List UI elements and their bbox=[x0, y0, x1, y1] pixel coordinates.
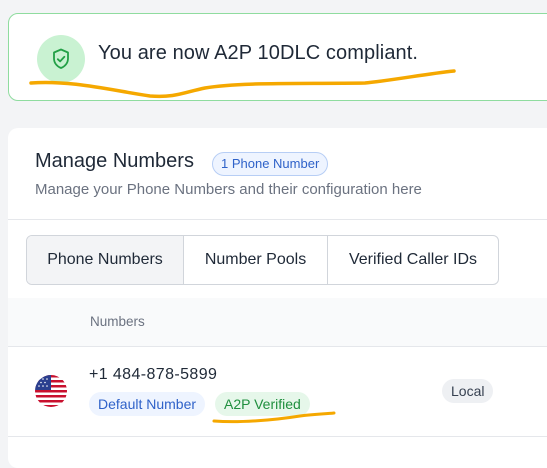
compliance-message: You are now A2P 10DLC compliant. bbox=[98, 42, 419, 64]
table-row[interactable]: +1 484-878-5899 Default Number A2P Verif… bbox=[8, 347, 547, 437]
number-type-badge: Local bbox=[442, 379, 494, 403]
row-divider bbox=[8, 436, 547, 437]
compliance-banner: You are now A2P 10DLC compliant. bbox=[8, 13, 547, 101]
shield-check-icon bbox=[37, 35, 85, 83]
a2p-verified-badge: A2P Verified bbox=[215, 392, 310, 416]
page-subtitle: Manage your Phone Numbers and their conf… bbox=[35, 181, 422, 198]
default-number-badge: Default Number bbox=[89, 392, 206, 416]
table-header: Numbers bbox=[8, 298, 547, 346]
tab-number-pools[interactable]: Number Pools bbox=[184, 236, 328, 284]
page-title: Manage Numbers bbox=[35, 150, 194, 172]
phone-number[interactable]: +1 484-878-5899 bbox=[89, 366, 217, 384]
tab-verified-caller-ids[interactable]: Verified Caller IDs bbox=[328, 236, 498, 284]
tab-bar: Phone Numbers Number Pools Verified Call… bbox=[26, 235, 499, 285]
column-header-numbers: Numbers bbox=[90, 314, 145, 329]
tab-phone-numbers[interactable]: Phone Numbers bbox=[27, 236, 184, 284]
us-flag-icon bbox=[35, 375, 67, 407]
manage-numbers-card: Manage Numbers 1 Phone Number Manage you… bbox=[8, 128, 547, 468]
phone-count-badge: 1 Phone Number bbox=[212, 152, 329, 176]
header-divider bbox=[8, 219, 547, 220]
